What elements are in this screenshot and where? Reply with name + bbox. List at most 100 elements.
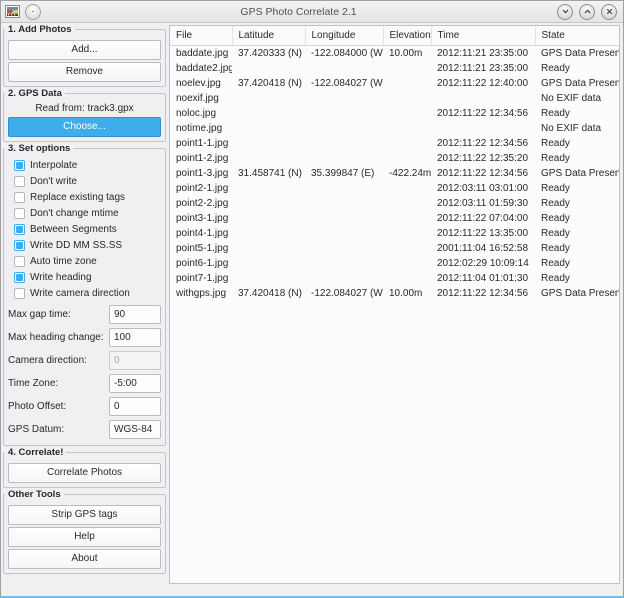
correlate-photos-button[interactable]: Correlate Photos: [8, 463, 161, 483]
photo-table-row[interactable]: point2-1.jpg 2012:03:11 03:01:00 Ready: [170, 181, 619, 196]
option-field-input[interactable]: [109, 420, 161, 439]
cell-time: [431, 121, 535, 136]
photo-table-row[interactable]: withgps.jpg 37.420418 (N) -122.084027 (W…: [170, 286, 619, 301]
cell-latitude: [232, 61, 305, 76]
checkbox-icon[interactable]: [14, 208, 25, 219]
gps-read-from-label: Read from: track3.gpx: [7, 103, 162, 114]
cell-latitude: [232, 256, 305, 271]
option-checkbox-row[interactable]: Interpolate: [14, 158, 162, 173]
window-menu-icon: [32, 11, 34, 13]
checkbox-icon[interactable]: [14, 224, 25, 235]
checkbox-icon[interactable]: [14, 256, 25, 267]
cell-file: point7-1.jpg: [170, 271, 232, 286]
close-button[interactable]: [601, 4, 617, 20]
option-checkbox-row[interactable]: Don't change mtime: [14, 206, 162, 221]
column-header-time[interactable]: Time: [431, 26, 535, 46]
photo-table-row[interactable]: point4-1.jpg 2012:11:22 13:35:00 Ready: [170, 226, 619, 241]
option-checkbox-row[interactable]: Don't write: [14, 174, 162, 189]
cell-latitude: [232, 136, 305, 151]
column-header-state[interactable]: State: [535, 26, 619, 46]
group-gps-data: 2. GPS Data Read from: track3.gpx Choose…: [3, 93, 166, 142]
photo-table-row[interactable]: baddate.jpg 37.420333 (N) -122.084000 (W…: [170, 46, 619, 62]
photo-table-row[interactable]: point3-1.jpg 2012:11:22 07:04:00 Ready: [170, 211, 619, 226]
cell-latitude: [232, 91, 305, 106]
checkbox-icon[interactable]: [14, 272, 25, 283]
option-checkbox-row[interactable]: Between Segments: [14, 222, 162, 237]
photo-table-body: baddate.jpg 37.420333 (N) -122.084000 (W…: [170, 46, 619, 302]
add-photos-button[interactable]: Add...: [8, 40, 161, 60]
cell-longitude: [305, 181, 383, 196]
choose-gps-file-button[interactable]: Choose...: [8, 117, 161, 137]
cell-state: GPS Data Present: [535, 76, 619, 91]
checkbox-icon[interactable]: [14, 160, 25, 171]
cell-longitude: [305, 91, 383, 106]
option-checkbox-row[interactable]: Write camera direction: [14, 286, 162, 301]
group-add-photos: 1. Add Photos Add... Remove: [3, 29, 166, 87]
other-tools-button[interactable]: About: [8, 549, 161, 569]
photo-table-row[interactable]: point1-2.jpg 2012:11:22 12:35:20 Ready: [170, 151, 619, 166]
option-field-input[interactable]: [109, 397, 161, 416]
cell-latitude: [232, 241, 305, 256]
column-header-latitude[interactable]: Latitude: [232, 26, 305, 46]
photo-table-row[interactable]: noloc.jpg 2012:11:22 12:34:56 Ready: [170, 106, 619, 121]
photo-table-row[interactable]: baddate2.jpg 2012:11:21 23:35:00 Ready: [170, 61, 619, 76]
photo-table-row[interactable]: point6-1.jpg 2012:02:29 10:09:14 Ready: [170, 256, 619, 271]
column-header-file[interactable]: File: [170, 26, 232, 46]
option-checkbox-label: Interpolate: [30, 160, 77, 171]
photo-table-row[interactable]: point1-3.jpg 31.458741 (N) 35.399847 (E)…: [170, 166, 619, 181]
photo-table-row[interactable]: point5-1.jpg 2001:11:04 16:52:58 Ready: [170, 241, 619, 256]
cell-longitude: [305, 226, 383, 241]
column-header-longitude[interactable]: Longitude: [305, 26, 383, 46]
cell-file: baddate2.jpg: [170, 61, 232, 76]
photo-table: File Latitude Longitude Elevation Time S…: [170, 26, 619, 301]
column-header-elevation[interactable]: Elevation: [383, 26, 431, 46]
remove-photos-button[interactable]: Remove: [8, 62, 161, 82]
other-tools-button[interactable]: Strip GPS tags: [8, 505, 161, 525]
photo-table-row[interactable]: noelev.jpg 37.420418 (N) -122.084027 (W)…: [170, 76, 619, 91]
cell-time: 2012:03:11 03:01:00: [431, 181, 535, 196]
photo-table-row[interactable]: point1-1.jpg 2012:11:22 12:34:56 Ready: [170, 136, 619, 151]
checkbox-icon[interactable]: [14, 192, 25, 203]
cell-latitude: [232, 181, 305, 196]
minimize-button[interactable]: [557, 4, 573, 20]
cell-elevation: [383, 106, 431, 121]
option-checkbox-label: Write DD MM SS.SS: [30, 240, 122, 251]
checkbox-icon[interactable]: [14, 288, 25, 299]
option-checkbox-row[interactable]: Replace existing tags: [14, 190, 162, 205]
option-checkbox-row[interactable]: Write heading: [14, 270, 162, 285]
option-field-label: Camera direction:: [8, 355, 87, 366]
option-field-input[interactable]: [109, 305, 161, 324]
checkbox-icon[interactable]: [14, 176, 25, 187]
checkbox-icon[interactable]: [14, 240, 25, 251]
option-field-input[interactable]: [109, 351, 161, 370]
cell-state: Ready: [535, 151, 619, 166]
option-field-label: Max gap time:: [8, 309, 71, 320]
cell-elevation: [383, 271, 431, 286]
app-icon: [5, 5, 21, 19]
option-field-row: Max gap time:: [8, 305, 161, 324]
photo-table-row[interactable]: noexif.jpg No EXIF data: [170, 91, 619, 106]
option-field-input[interactable]: [109, 374, 161, 393]
maximize-button[interactable]: [579, 4, 595, 20]
cell-latitude: [232, 151, 305, 166]
cell-longitude: [305, 151, 383, 166]
option-checkbox-row[interactable]: Auto time zone: [14, 254, 162, 269]
cell-longitude: [305, 256, 383, 271]
cell-time: 2012:11:22 12:40:00: [431, 76, 535, 91]
photo-table-header: File Latitude Longitude Elevation Time S…: [170, 26, 619, 46]
cell-longitude: [305, 241, 383, 256]
cell-state: Ready: [535, 256, 619, 271]
photo-table-row[interactable]: notime.jpg No EXIF data: [170, 121, 619, 136]
photo-table-row[interactable]: point7-1.jpg 2012:11:04 01:01:30 Ready: [170, 271, 619, 286]
option-field-label: Photo Offset:: [8, 401, 66, 412]
main-content: 1. Add Photos Add... Remove 2. GPS Data …: [1, 23, 623, 596]
options-field-list: Max gap time: Max heading change: Camera…: [7, 305, 162, 439]
photo-table-row[interactable]: point2-2.jpg 2012:03:11 01:59:30 Ready: [170, 196, 619, 211]
option-field-input[interactable]: [109, 328, 161, 347]
option-checkbox-row[interactable]: Write DD MM SS.SS: [14, 238, 162, 253]
cell-file: point4-1.jpg: [170, 226, 232, 241]
other-tools-button[interactable]: Help: [8, 527, 161, 547]
cell-file: point6-1.jpg: [170, 256, 232, 271]
group-correlate: 4. Correlate! Correlate Photos: [3, 452, 166, 488]
window-menu-button[interactable]: [26, 5, 40, 19]
